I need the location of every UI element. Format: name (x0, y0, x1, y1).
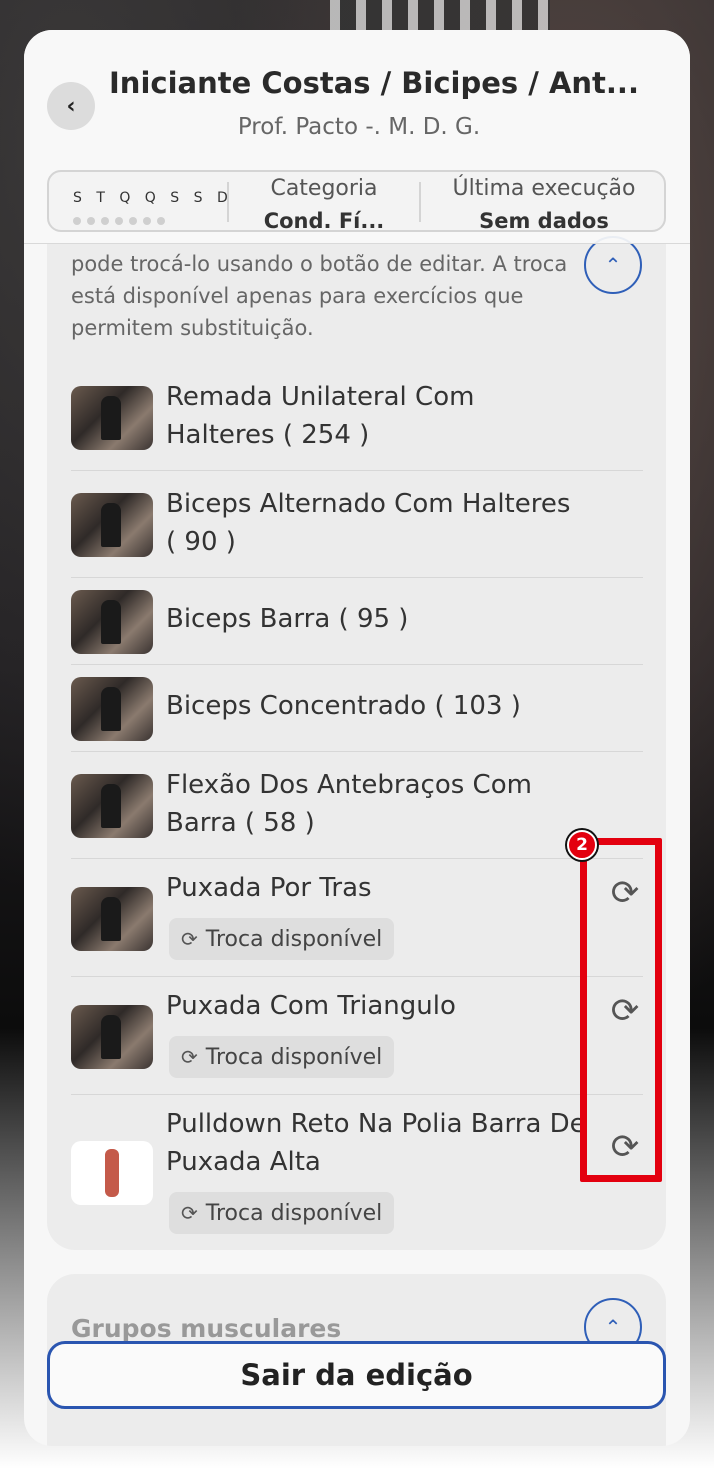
professor-name: Prof. Pacto -. M. D. G. (237, 114, 481, 140)
badge-label: Troca disponível (205, 1200, 383, 1226)
exercise-thumbnail (71, 887, 153, 951)
exercise-row[interactable]: Flexão Dos Antebraços Com Barra ( 58 ) (71, 752, 643, 859)
swap-small-icon: ⟳ (181, 1201, 198, 1225)
swap-available-badge: ⟳ Troca disponível (169, 1192, 395, 1234)
annotation-marker: 2 (567, 830, 597, 860)
swap-available-badge: ⟳ Troca disponível (169, 918, 395, 960)
divider (227, 182, 229, 222)
exercise-row[interactable]: Pulldown Reto Na Polia Barra De Puxada A… (71, 1095, 643, 1245)
swap-available-badge: ⟳ Troca disponível (169, 1036, 395, 1078)
last-execution-label: Última execução (452, 176, 636, 201)
exercise-thumbnail (71, 1005, 153, 1069)
exercise-name: Biceps Concentrado ( 103 ) (166, 691, 521, 721)
exercise-row[interactable]: Biceps Concentrado ( 103 ) (71, 665, 643, 752)
exercise-thumbnail (71, 677, 153, 741)
workout-header: ‹ Iniciante Costas / Bicipes / Ant... Pr… (24, 30, 690, 244)
weekday-dots (73, 210, 171, 229)
exercises-card: pode trocá-lo usando o botão de editar. … (47, 236, 666, 1250)
collapse-exercises-button[interactable]: ⌃ (584, 236, 642, 294)
workout-info-box: S T Q Q S S D Categoria Cond. Fí... Últi… (47, 170, 666, 233)
exercise-thumbnail (71, 493, 153, 557)
workout-title: Iniciante Costas / Bicipes / Ant... (109, 66, 639, 100)
muscle-groups-title: Grupos musculares (71, 1314, 342, 1343)
exercise-thumbnail (71, 774, 153, 838)
weekdays-label: S T Q Q S S D (73, 190, 233, 206)
badge-label: Troca disponível (205, 926, 383, 952)
last-execution-value: Sem dados (479, 209, 609, 233)
exercise-row[interactable]: Puxada Com Triangulo ⟳ Troca disponível … (71, 977, 643, 1095)
badge-label: Troca disponível (205, 1044, 383, 1070)
workout-sheet: pode trocá-lo usando o botão de editar. … (24, 30, 690, 1446)
exercise-row[interactable]: Biceps Barra ( 95 ) (71, 578, 643, 665)
annotation-highlight-box (580, 838, 662, 1182)
exercise-name: Puxada Com Triangulo (166, 991, 456, 1021)
exercise-row[interactable]: Biceps Alternado Com Halteres ( 90 ) (71, 471, 643, 578)
category-label: Categoria (270, 176, 378, 201)
exercise-thumbnail (71, 1141, 153, 1205)
chevron-up-icon: ⌃ (604, 1315, 622, 1339)
exercise-thumbnail (71, 386, 153, 450)
exercise-name: Biceps Barra ( 95 ) (166, 604, 409, 634)
exercises-description: pode trocá-lo usando o botão de editar. … (71, 252, 568, 340)
divider (419, 182, 421, 222)
exercise-row[interactable]: Puxada Por Tras ⟳ Troca disponível ⟳ (71, 859, 643, 977)
exercise-name: Flexão Dos Antebraços Com Barra ( 58 ) (166, 770, 532, 838)
swap-small-icon: ⟳ (181, 927, 198, 951)
category-value: Cond. Fí... (263, 209, 385, 233)
exercise-name: Remada Unilateral Com Halteres ( 254 ) (166, 382, 475, 450)
chevron-up-icon: ⌃ (604, 253, 622, 277)
swap-small-icon: ⟳ (181, 1045, 198, 1069)
exit-edit-button[interactable]: Sair da edição (47, 1341, 666, 1409)
exercise-name: Biceps Alternado Com Halteres ( 90 ) (166, 489, 571, 557)
chevron-left-icon: ‹ (66, 93, 76, 119)
exercise-thumbnail (71, 590, 153, 654)
exercise-row[interactable]: Remada Unilateral Com Halteres ( 254 ) (71, 364, 643, 471)
back-button[interactable]: ‹ (47, 82, 95, 130)
exercise-name: Pulldown Reto Na Polia Barra De Puxada A… (166, 1109, 586, 1177)
exercise-name: Puxada Por Tras (166, 873, 372, 903)
